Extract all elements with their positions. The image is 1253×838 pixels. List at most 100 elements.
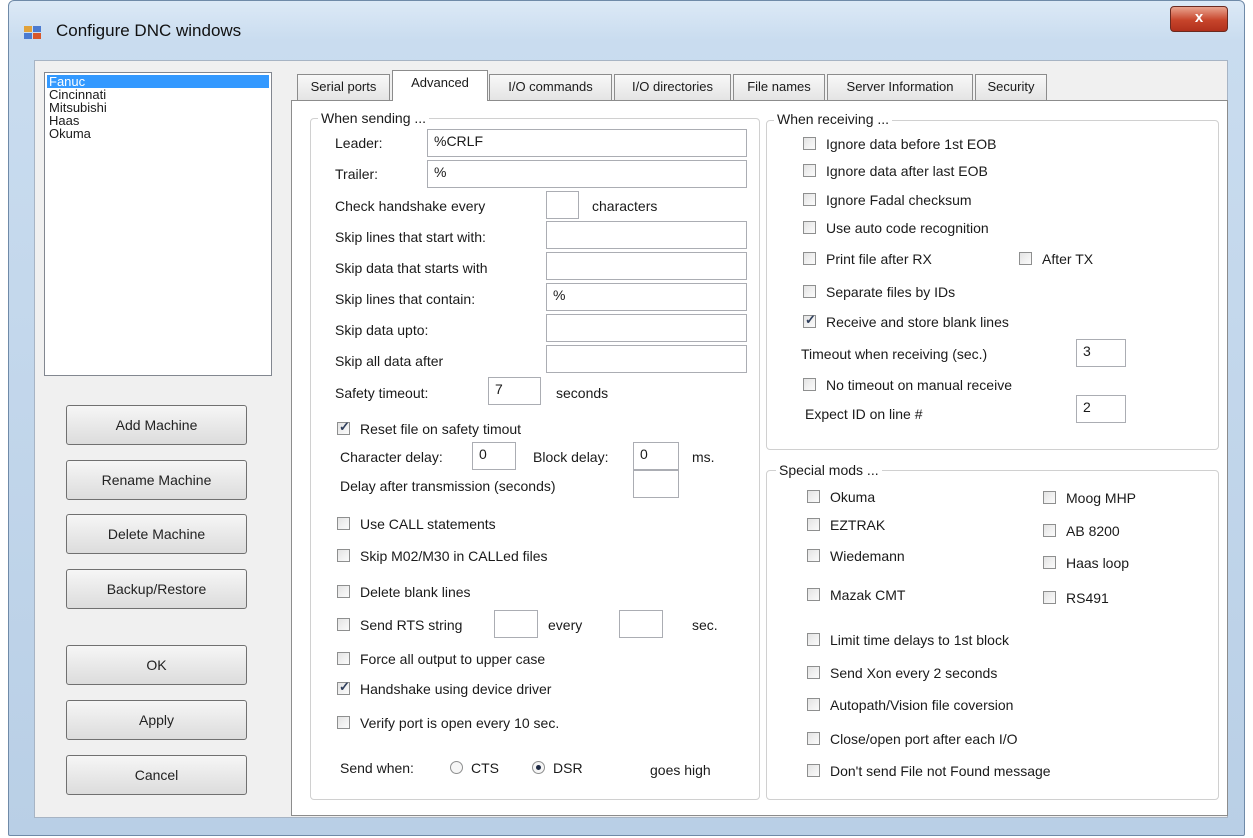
delete-machine-button[interactable]: Delete Machine [66, 514, 247, 554]
reset-file-checkbox[interactable]: ✓ Reset file on safety timout [337, 419, 521, 439]
checkbox-box[interactable] [807, 549, 820, 562]
send-rts-input[interactable] [494, 610, 538, 638]
checkbox-box[interactable]: ✓ [337, 419, 350, 435]
use-call-checkbox[interactable]: Use CALL statements [337, 516, 496, 534]
auto-code-checkbox[interactable]: Use auto code recognition [803, 220, 989, 238]
safety-timeout-input[interactable]: 7 [488, 377, 541, 405]
close-button[interactable]: x [1170, 6, 1228, 32]
mazak-checkbox[interactable]: Mazak CMT [807, 587, 905, 605]
checkbox-box[interactable] [803, 285, 816, 298]
moog-checkbox[interactable]: Moog MHP [1043, 490, 1136, 508]
skip-data-start-label: Skip data that starts with [335, 260, 488, 276]
block-delay-input[interactable]: 0 [633, 442, 679, 470]
limit-delays-checkbox[interactable]: Limit time delays to 1st block [807, 632, 1009, 650]
checkbox-box[interactable] [337, 549, 350, 562]
add-machine-button[interactable]: Add Machine [66, 405, 247, 445]
checkbox-box[interactable] [803, 137, 816, 150]
tab-advanced[interactable]: Advanced [392, 70, 488, 101]
checkbox-box[interactable] [803, 221, 816, 234]
checkbox-box[interactable] [803, 193, 816, 206]
apply-button[interactable]: Apply [66, 700, 247, 740]
autopath-checkbox[interactable]: Autopath/Vision file coversion [807, 697, 1013, 715]
checkbox-box[interactable] [337, 585, 350, 598]
rs491-checkbox[interactable]: RS491 [1043, 590, 1109, 608]
checkbox-box[interactable] [807, 633, 820, 646]
store-blank-checkbox[interactable]: ✓ Receive and store blank lines [803, 312, 1009, 332]
checkbox-box[interactable] [1043, 556, 1056, 569]
checkbox-box[interactable] [807, 588, 820, 601]
print-rx-checkbox[interactable]: Print file after RX [803, 251, 932, 269]
tab-io-directories[interactable]: I/O directories [614, 74, 731, 100]
radio-circle[interactable] [532, 761, 545, 774]
skip-m02-checkbox[interactable]: Skip M02/M30 in CALLed files [337, 548, 548, 566]
checkbox-box[interactable] [1043, 591, 1056, 604]
tab-serial-ports[interactable]: Serial ports [297, 74, 390, 100]
checkbox-box[interactable] [807, 698, 820, 711]
delay-after-transmission-input[interactable] [633, 470, 679, 498]
checkbox-box[interactable] [807, 666, 820, 679]
dsr-radio[interactable]: DSR [532, 760, 583, 778]
special-mods-legend: Special mods ... [776, 462, 882, 478]
radio-circle[interactable] [450, 761, 463, 774]
checkbox-box[interactable] [1019, 252, 1032, 265]
ignore-before-checkbox[interactable]: Ignore data before 1st EOB [803, 136, 996, 154]
tab-server-information[interactable]: Server Information [827, 74, 973, 100]
skip-data-upto-input[interactable] [546, 314, 747, 342]
ignore-fadal-checkbox[interactable]: Ignore Fadal checksum [803, 192, 972, 210]
delete-blank-checkbox[interactable]: Delete blank lines [337, 584, 471, 602]
tab-file-names[interactable]: File names [733, 74, 825, 100]
checkbox-box[interactable]: ✓ [337, 679, 350, 695]
machine-list[interactable]: Fanuc Cincinnati Mitsubishi Haas Okuma [44, 72, 272, 376]
eztrak-checkbox[interactable]: EZTRAK [807, 517, 885, 535]
character-delay-input[interactable]: 0 [472, 442, 516, 470]
tab-security[interactable]: Security [975, 74, 1047, 100]
skip-lines-start-input[interactable] [546, 221, 747, 249]
cancel-button[interactable]: Cancel [66, 755, 247, 795]
checkbox-box[interactable] [337, 618, 350, 631]
close-open-checkbox[interactable]: Close/open port after each I/O [807, 731, 1018, 749]
skip-all-after-input[interactable] [546, 345, 747, 373]
after-tx-checkbox[interactable]: After TX [1019, 251, 1093, 269]
ab8200-checkbox[interactable]: AB 8200 [1043, 523, 1120, 541]
haas-loop-checkbox[interactable]: Haas loop [1043, 555, 1129, 573]
checkbox-box[interactable]: ✓ [803, 312, 816, 328]
dont-send-checkbox[interactable]: Don't send File not Found message [807, 763, 1051, 781]
checkbox-box[interactable] [803, 378, 816, 391]
rename-machine-button[interactable]: Rename Machine [66, 460, 247, 500]
every-seconds-input[interactable] [619, 610, 663, 638]
timeout-receiving-input[interactable]: 3 [1076, 339, 1126, 367]
send-rts-checkbox[interactable]: Send RTS string [337, 617, 462, 635]
checkbox-box[interactable] [337, 517, 350, 530]
trailer-input[interactable]: % [427, 160, 747, 188]
verify-port-checkbox[interactable]: Verify port is open every 10 sec. [337, 715, 559, 733]
skip-data-start-input[interactable] [546, 252, 747, 280]
checkbox-box[interactable] [807, 764, 820, 777]
leader-input[interactable]: %CRLF [427, 129, 747, 157]
send-xon-checkbox[interactable]: Send Xon every 2 seconds [807, 665, 997, 683]
checkbox-box[interactable] [807, 518, 820, 531]
checkbox-box[interactable] [803, 164, 816, 177]
checkbox-box[interactable] [807, 732, 820, 745]
skip-lines-contain-input[interactable]: % [546, 283, 747, 311]
no-timeout-checkbox[interactable]: No timeout on manual receive [803, 377, 1012, 395]
ok-button[interactable]: OK [66, 645, 247, 685]
cts-radio[interactable]: CTS [450, 760, 499, 778]
ignore-after-checkbox[interactable]: Ignore data after last EOB [803, 163, 988, 181]
tab-io-commands[interactable]: I/O commands [489, 74, 612, 100]
wiedemann-checkbox[interactable]: Wiedemann [807, 548, 905, 566]
checkbox-box[interactable] [1043, 491, 1056, 504]
handshake-characters-input[interactable] [546, 191, 579, 219]
machine-list-item[interactable]: Okuma [47, 127, 269, 140]
expect-id-input[interactable]: 2 [1076, 395, 1126, 423]
checkbox-box[interactable] [1043, 524, 1056, 537]
checkbox-box[interactable] [803, 252, 816, 265]
checkbox-box[interactable] [337, 716, 350, 729]
separate-ids-checkbox[interactable]: Separate files by IDs [803, 284, 955, 302]
force-upper-checkbox[interactable]: Force all output to upper case [337, 651, 545, 669]
backup-restore-button[interactable]: Backup/Restore [66, 569, 247, 609]
machine-list-item[interactable]: Mitsubishi [47, 101, 269, 114]
checkbox-box[interactable] [337, 652, 350, 665]
handshake-driver-checkbox[interactable]: ✓ Handshake using device driver [337, 679, 551, 699]
checkbox-box[interactable] [807, 490, 820, 503]
okuma-checkbox[interactable]: Okuma [807, 489, 875, 507]
